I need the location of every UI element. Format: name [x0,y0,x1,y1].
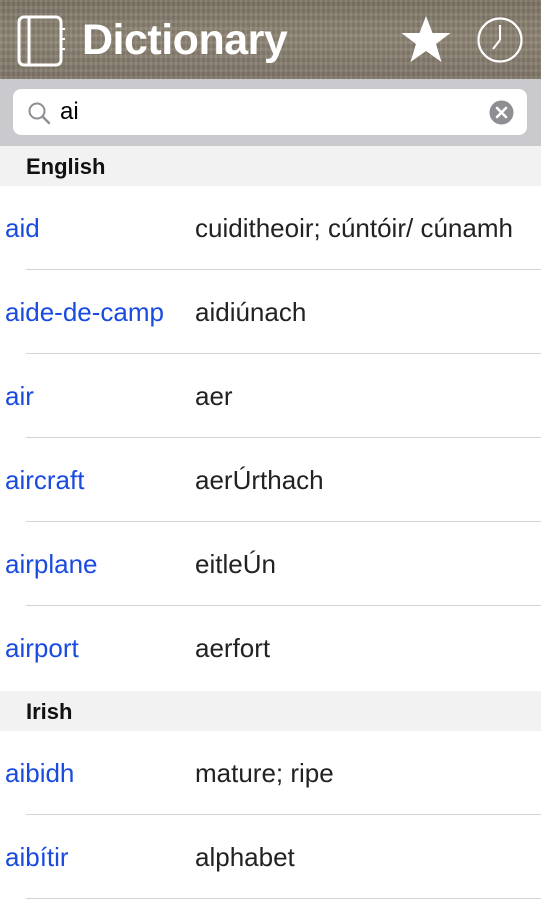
section-title: English [26,154,106,179]
search-icon [28,102,51,125]
result-definition: aerÚrthach [195,465,324,495]
search-bar [0,79,541,146]
result-definition: alphabet [195,842,295,872]
result-row[interactable]: aibítir alphabet [0,815,541,899]
result-term[interactable]: airplane [5,522,195,606]
app-title: Dictionary [82,16,288,64]
result-term[interactable]: aircraft [5,438,195,522]
result-row[interactable]: airport aerfort [0,606,541,690]
clock-icon[interactable] [476,16,524,64]
app-header: Dictionary [0,0,541,79]
result-definition: mature; ripe [195,758,334,788]
result-term[interactable]: aibítir [5,815,195,899]
result-term[interactable]: airport [5,606,195,690]
result-definition: aidiúnach [195,297,307,327]
result-definition: aerfort [195,633,271,663]
result-row[interactable]: aircraft aerÚrthach [0,438,541,522]
search-input[interactable] [60,95,480,129]
row-divider [26,898,541,899]
result-row[interactable]: aid cuiditheoir; cúntóir/ cúnamh [0,186,541,270]
result-row[interactable]: aibidh mature; ripe [0,731,541,815]
result-definition: cuiditheoir; cúntóir/ cúnamh [195,213,513,243]
result-row[interactable]: air aer [0,354,541,438]
section-header-english: English [0,146,541,186]
result-definition: aer [195,381,233,411]
book-icon [17,15,65,67]
result-term[interactable]: aid [5,186,195,270]
result-term[interactable]: aide-de-camp [5,270,195,354]
clear-icon[interactable] [489,100,514,125]
search-field[interactable] [13,89,527,135]
result-definition: eitleÚn [195,549,276,579]
result-term[interactable]: air [5,354,195,438]
result-row[interactable]: aide-de-camp aidiúnach [0,270,541,354]
result-term[interactable]: aibidh [5,731,195,815]
section-title: Irish [26,699,73,724]
result-row[interactable]: airplane eitleÚn [0,522,541,606]
section-header-irish: Irish [0,691,541,731]
star-icon[interactable] [399,14,453,66]
